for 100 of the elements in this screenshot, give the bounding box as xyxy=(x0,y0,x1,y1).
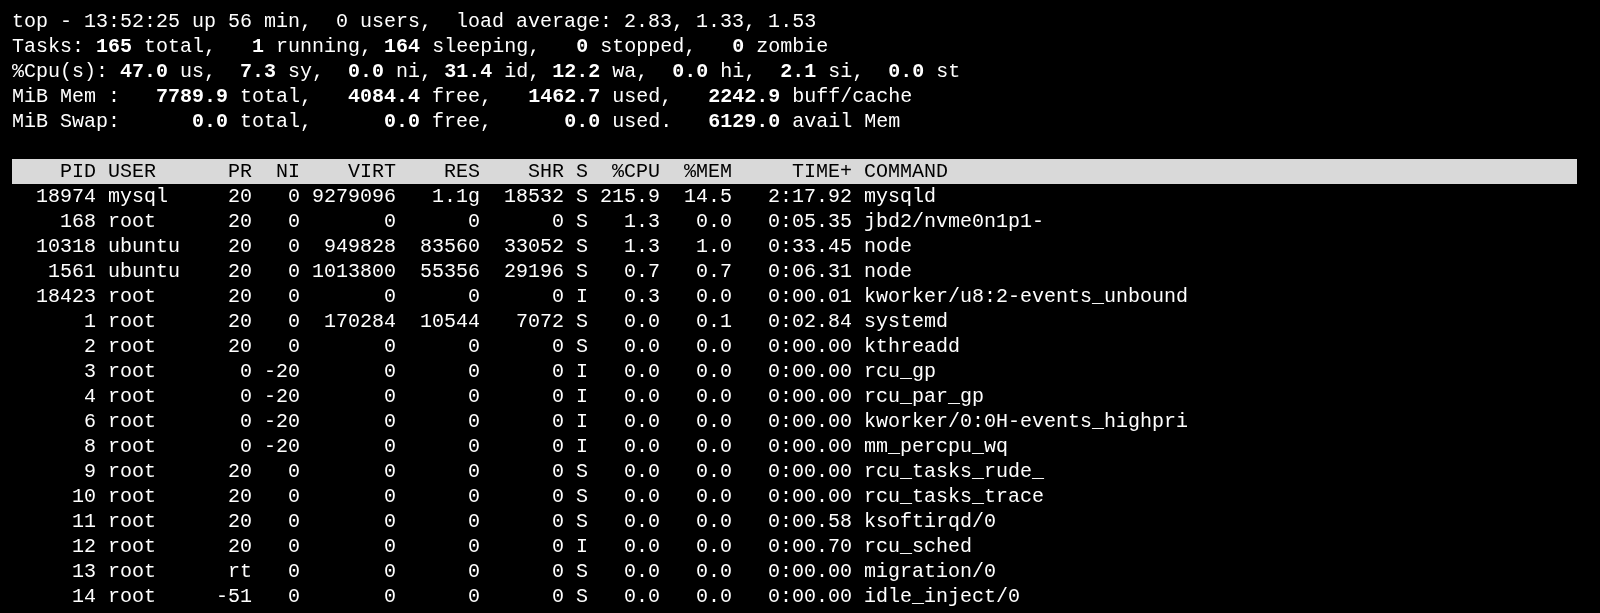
table-cell: 0 xyxy=(384,509,397,534)
table-cell: 0 xyxy=(468,509,481,534)
table-cell: root xyxy=(108,559,156,584)
table-cell: 18423 xyxy=(36,284,96,309)
table-cell: 949828 xyxy=(324,234,397,259)
table-cell: root xyxy=(108,534,156,559)
table-cell: root xyxy=(108,384,156,409)
table-cell: 1561 xyxy=(48,259,96,284)
table-cell: 0:00.01 xyxy=(768,284,853,309)
table-cell: 0 xyxy=(468,409,481,434)
table-cell: root xyxy=(108,459,156,484)
table-cell: 0 xyxy=(288,484,300,509)
table-cell: 20 xyxy=(228,484,252,509)
table-cell: 0 xyxy=(288,309,300,334)
table-cell: ubuntu xyxy=(108,259,180,284)
table-cell: 0 xyxy=(552,559,565,584)
table-cell: 0.0 xyxy=(696,359,733,384)
table-cell: 0 xyxy=(384,559,397,584)
table-cell: 0 xyxy=(468,534,481,559)
table-cell: 12 xyxy=(72,534,96,559)
table-cell: 0.0 xyxy=(696,534,733,559)
table-cell: 0.0 xyxy=(696,584,733,609)
table-cell: 0.0 xyxy=(624,509,661,534)
table-cell: 0 xyxy=(384,534,397,559)
table-cell: -51 xyxy=(216,584,252,609)
table-cell: 215.9 xyxy=(600,184,661,209)
table-cell: 0.0 xyxy=(696,209,733,234)
table-cell: S xyxy=(576,259,589,284)
table-cell: 0 xyxy=(468,434,481,459)
table-cell: 11 xyxy=(72,509,96,534)
table-cell: 0.0 xyxy=(696,484,733,509)
table-cell: 0 xyxy=(468,359,481,384)
table-cell: 0.0 xyxy=(624,409,661,434)
table-cell: 0:00.00 xyxy=(768,384,853,409)
table-cell: 0 xyxy=(288,534,300,559)
table-cell: 0.0 xyxy=(696,559,733,584)
table-cell: rcu_sched xyxy=(864,534,973,559)
table-cell: 0.0 xyxy=(624,559,661,584)
table-cell: 0 xyxy=(552,409,565,434)
table-cell: S xyxy=(576,334,589,359)
table-cell: 83560 xyxy=(420,234,481,259)
table-cell: 0 xyxy=(552,209,565,234)
table-cell: 14 xyxy=(72,584,96,609)
table-cell: root xyxy=(108,309,156,334)
table-cell: rcu_par_gp xyxy=(864,384,985,409)
table-cell: 0.0 xyxy=(696,434,733,459)
column-header: COMMAND xyxy=(864,159,949,184)
table-cell: idle_inject/0 xyxy=(864,584,1021,609)
table-cell: 20 xyxy=(228,334,252,359)
table-cell: kthreadd xyxy=(864,334,961,359)
table-cell: S xyxy=(576,309,589,334)
table-cell: I xyxy=(576,409,589,434)
table-cell: ksoftirqd/0 xyxy=(864,509,997,534)
table-cell: 0.7 xyxy=(696,259,733,284)
table-cell: 20 xyxy=(228,259,252,284)
table-cell: root xyxy=(108,359,156,384)
table-cell: 18532 xyxy=(504,184,565,209)
table-cell: 33052 xyxy=(504,234,565,259)
column-header: SHR xyxy=(528,159,565,184)
column-header: %CPU xyxy=(612,159,661,184)
table-cell: 0:00.00 xyxy=(768,434,853,459)
table-cell: root xyxy=(108,434,156,459)
table-cell: 0 xyxy=(552,509,565,534)
table-cell: 0 xyxy=(288,509,300,534)
table-cell: 1.3 xyxy=(624,234,661,259)
table-cell: mm_percpu_wq xyxy=(864,434,1009,459)
table-cell: 0 xyxy=(384,334,397,359)
summary-line: %Cpu(s): 47.0 us, 7.3 sy, 0.0 ni, 31.4 id, 12.2 wa, 0.0 hi, 2.1 si, 0.0 st xyxy=(12,59,962,84)
table-cell: root xyxy=(108,584,156,609)
table-cell: root xyxy=(108,484,156,509)
table-cell: 0 xyxy=(288,584,300,609)
table-cell: 20 xyxy=(228,234,252,259)
table-cell: 0 xyxy=(468,559,481,584)
table-cell: I xyxy=(576,434,589,459)
table-cell: 0 xyxy=(468,459,481,484)
table-cell: mysqld xyxy=(864,184,937,209)
table-cell: rcu_tasks_rude_ xyxy=(864,459,1045,484)
table-cell: root xyxy=(108,409,156,434)
summary-line: MiB Swap: 0.0 total, 0.0 free, 0.0 used. 6129.0 avail Mem xyxy=(12,109,902,134)
table-cell: 0 xyxy=(384,359,397,384)
table-cell: 0.7 xyxy=(624,259,661,284)
table-cell: 0.0 xyxy=(624,359,661,384)
summary-line: MiB Mem : 7789.9 total, 4084.4 free, 1462.7 used, 2242.9 buff/cache xyxy=(12,84,914,109)
table-cell: kworker/0:0H-events_highpri xyxy=(864,409,1189,434)
table-cell: 6 xyxy=(84,409,96,434)
table-cell: node xyxy=(864,234,913,259)
table-cell: 0.0 xyxy=(624,384,661,409)
table-cell: 0 xyxy=(384,409,397,434)
column-header: TIME+ xyxy=(792,159,853,184)
table-cell: 1.1g xyxy=(432,184,481,209)
table-cell: ubuntu xyxy=(108,234,180,259)
table-cell: node xyxy=(864,259,913,284)
table-cell: 0.0 xyxy=(624,484,661,509)
table-cell: 0:00.00 xyxy=(768,484,853,509)
table-cell: 0 xyxy=(552,284,565,309)
table-cell: 0 xyxy=(468,284,481,309)
column-header: PR xyxy=(228,159,252,184)
table-cell: I xyxy=(576,384,589,409)
table-cell: 2 xyxy=(84,334,96,359)
table-cell: 0 xyxy=(384,584,397,609)
